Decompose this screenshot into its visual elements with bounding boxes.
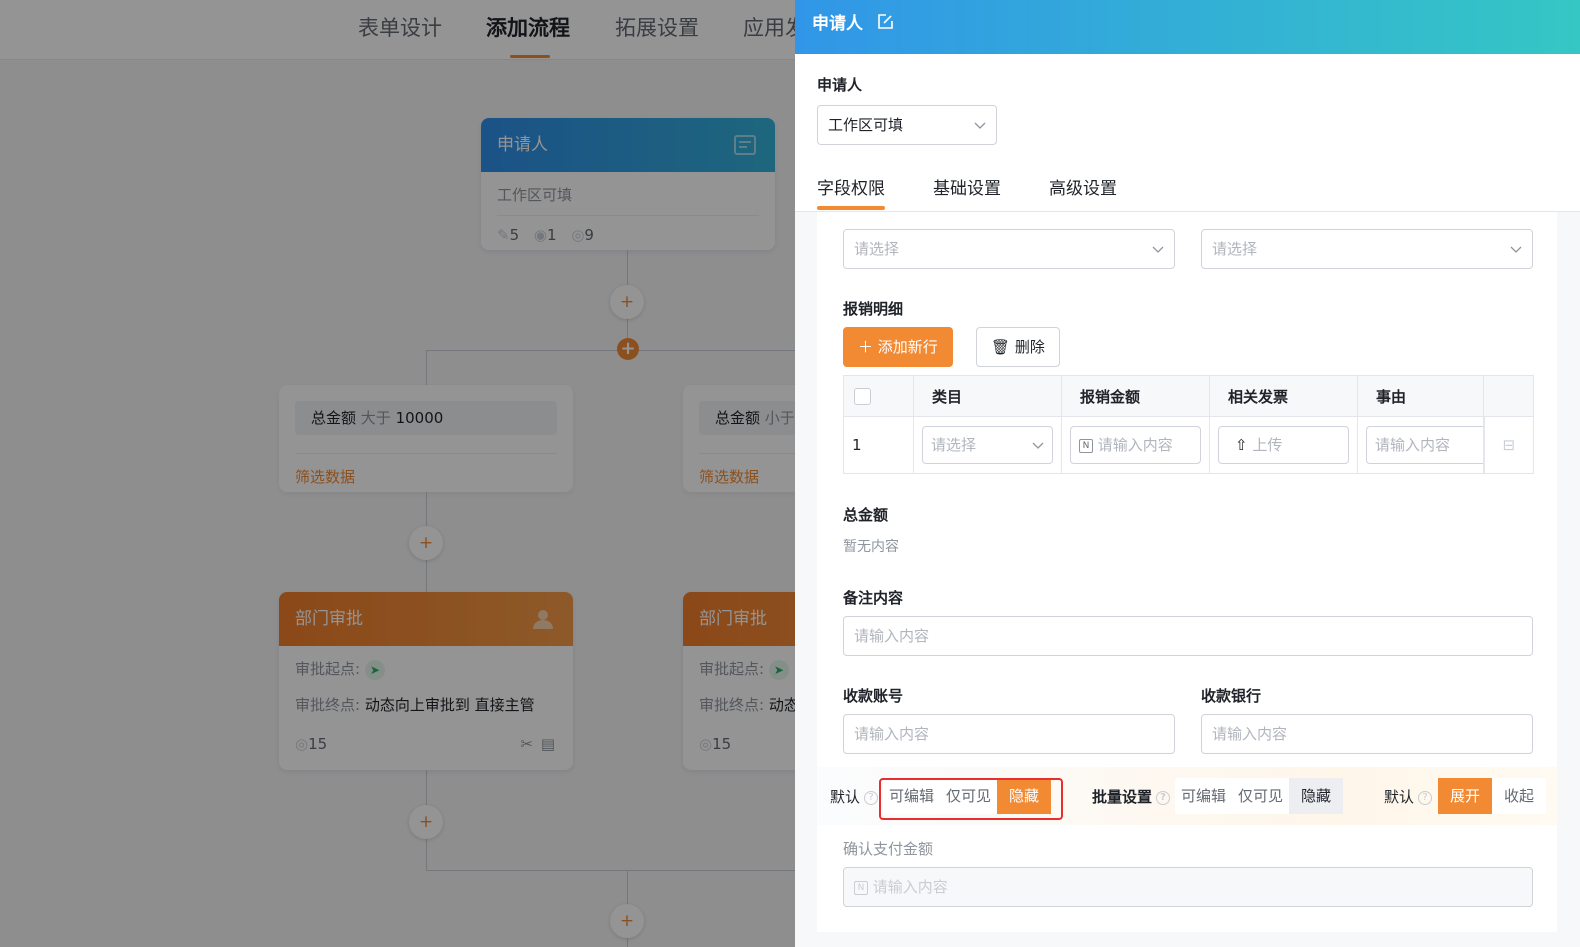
column-header: 报销金额 bbox=[1061, 375, 1210, 417]
expand-default-label: 默认? bbox=[1384, 786, 1433, 807]
column-header: 类目 bbox=[913, 375, 1062, 417]
drawer-top-section: 申请人 工作区可填 字段权限 基础设置 高级设置 bbox=[795, 54, 1580, 212]
bank-input[interactable]: 请输入内容 bbox=[1201, 714, 1533, 754]
default-perm-text: 默认 bbox=[830, 788, 861, 806]
number-icon: N bbox=[1079, 438, 1093, 453]
account-label: 收款账号 bbox=[843, 687, 904, 705]
reason-placeholder: 请输入内容 bbox=[1375, 436, 1451, 454]
table-header-row: 类目 报销金额 相关发票 事由 bbox=[843, 375, 1534, 417]
batch-option-viewonly[interactable]: 仅可见 bbox=[1232, 778, 1289, 814]
batch-perm-segmented: 可编辑 仅可见 隐藏 bbox=[1175, 778, 1344, 814]
column-header: 事由 bbox=[1357, 375, 1484, 417]
select-field[interactable]: 请选择 bbox=[1201, 229, 1533, 269]
add-row-button[interactable]: ＋ 添加新行 bbox=[843, 327, 953, 367]
help-icon[interactable]: ? bbox=[1156, 790, 1171, 805]
row-edit-icon[interactable]: ⊟ bbox=[1502, 436, 1515, 454]
bank-label: 收款银行 bbox=[1201, 687, 1262, 705]
plus-icon: ＋ bbox=[858, 338, 874, 356]
chevron-down-icon bbox=[1032, 442, 1044, 449]
reason-input[interactable]: 请输入内容 bbox=[1366, 426, 1483, 464]
actions-header bbox=[1483, 375, 1534, 417]
tab-advanced-settings[interactable]: 高级设置 bbox=[1049, 179, 1117, 199]
drawer-header: 申请人 bbox=[795, 0, 1580, 54]
account-placeholder: 请输入内容 bbox=[854, 725, 930, 743]
help-icon[interactable]: ? bbox=[1418, 790, 1433, 805]
total-label: 总金额 bbox=[843, 506, 889, 524]
highlight-box bbox=[879, 778, 1063, 820]
amount-placeholder: 请输入内容 bbox=[1097, 436, 1173, 454]
detail-table: 类目 报销金额 相关发票 事由 1 请选择 N 请输入内容 ⇧ 上传 请输入内容… bbox=[843, 375, 1534, 474]
delete-row-label: 删除 bbox=[1014, 338, 1045, 356]
help-icon[interactable]: ? bbox=[864, 790, 879, 805]
category-cell: 请选择 bbox=[913, 416, 1062, 474]
category-placeholder: 请选择 bbox=[931, 436, 977, 454]
invoice-cell: ⇧ 上传 bbox=[1209, 416, 1358, 474]
active-tab-indicator bbox=[817, 206, 885, 210]
select-field[interactable]: 请选择 bbox=[843, 229, 1175, 269]
detail-label: 报销明细 bbox=[843, 300, 904, 318]
column-header: 相关发票 bbox=[1209, 375, 1358, 417]
drawer-tabs: 字段权限 基础设置 高级设置 bbox=[817, 174, 1165, 199]
confirm-amount-label: 确认支付金额 bbox=[843, 840, 934, 858]
edit-title-icon[interactable] bbox=[877, 14, 893, 30]
chevron-down-icon bbox=[1510, 246, 1522, 253]
batch-perm-label: 批量设置? bbox=[1092, 786, 1171, 807]
confirm-amount-placeholder: 请输入内容 bbox=[872, 878, 948, 896]
field-permission-panel: 请选择 请选择 报销明细 ＋ 添加新行 🗑 删除 类目 报销金额 相关发票 事由… bbox=[817, 212, 1557, 932]
batch-perm-text: 批量设置 bbox=[1092, 788, 1153, 806]
modal-overlay[interactable] bbox=[0, 0, 795, 947]
permission-toolbar: 默认? 可编辑 仅可见 隐藏 批量设置? 可编辑 仅可见 隐藏 默认? 展开 收起 bbox=[817, 767, 1557, 825]
select-all-checkbox[interactable] bbox=[854, 388, 871, 405]
remark-label: 备注内容 bbox=[843, 589, 904, 607]
account-input[interactable]: 请输入内容 bbox=[843, 714, 1175, 754]
reason-cell: 请输入内容 bbox=[1357, 416, 1484, 474]
applicant-label: 申请人 bbox=[817, 76, 863, 94]
tab-basic-settings[interactable]: 基础设置 bbox=[933, 179, 1001, 199]
drawer-title: 申请人 bbox=[812, 14, 863, 34]
chevron-down-icon bbox=[1152, 246, 1164, 253]
add-row-label: 添加新行 bbox=[877, 338, 938, 356]
chevron-down-icon bbox=[974, 122, 986, 129]
upload-icon: ⇧ bbox=[1235, 436, 1248, 454]
amount-input[interactable]: N 请输入内容 bbox=[1070, 426, 1201, 464]
tab-field-permission[interactable]: 字段权限 bbox=[817, 179, 885, 199]
expand-segmented: 展开 收起 bbox=[1438, 778, 1547, 814]
total-empty: 暂无内容 bbox=[843, 539, 899, 555]
default-perm-label: 默认? bbox=[830, 786, 879, 807]
delete-row-button[interactable]: 🗑 删除 bbox=[976, 327, 1060, 367]
select-placeholder: 请选择 bbox=[1212, 240, 1258, 258]
table-row: 1 请选择 N 请输入内容 ⇧ 上传 请输入内容 ⊟ bbox=[843, 416, 1534, 474]
row-index: 1 bbox=[843, 416, 914, 474]
batch-option-hidden[interactable]: 隐藏 bbox=[1289, 778, 1344, 814]
node-settings-drawer: 申请人 申请人 工作区可填 字段权限 基础设置 高级设置 请选择 请选择 报销明细 … bbox=[795, 0, 1580, 947]
confirm-amount-input: N 请输入内容 bbox=[843, 867, 1533, 907]
number-icon: N bbox=[854, 880, 868, 895]
row-actions-cell: ⊟ bbox=[1482, 416, 1534, 474]
trash-icon: 🗑 bbox=[991, 338, 1011, 356]
remark-input[interactable]: 请输入内容 bbox=[843, 616, 1533, 656]
applicant-mode-value: 工作区可填 bbox=[828, 116, 904, 134]
select-all-cell bbox=[843, 375, 914, 417]
upload-label: 上传 bbox=[1252, 436, 1283, 454]
batch-option-editable[interactable]: 可编辑 bbox=[1175, 778, 1232, 814]
category-select[interactable]: 请选择 bbox=[922, 426, 1053, 464]
amount-cell: N 请输入内容 bbox=[1061, 416, 1210, 474]
upload-button[interactable]: ⇧ 上传 bbox=[1218, 426, 1349, 464]
expand-option[interactable]: 展开 bbox=[1438, 778, 1493, 814]
bank-placeholder: 请输入内容 bbox=[1212, 725, 1288, 743]
collapse-option[interactable]: 收起 bbox=[1492, 778, 1546, 814]
remark-placeholder: 请输入内容 bbox=[854, 627, 930, 645]
expand-default-text: 默认 bbox=[1384, 788, 1415, 806]
select-placeholder: 请选择 bbox=[854, 240, 900, 258]
applicant-mode-select[interactable]: 工作区可填 bbox=[817, 105, 997, 145]
